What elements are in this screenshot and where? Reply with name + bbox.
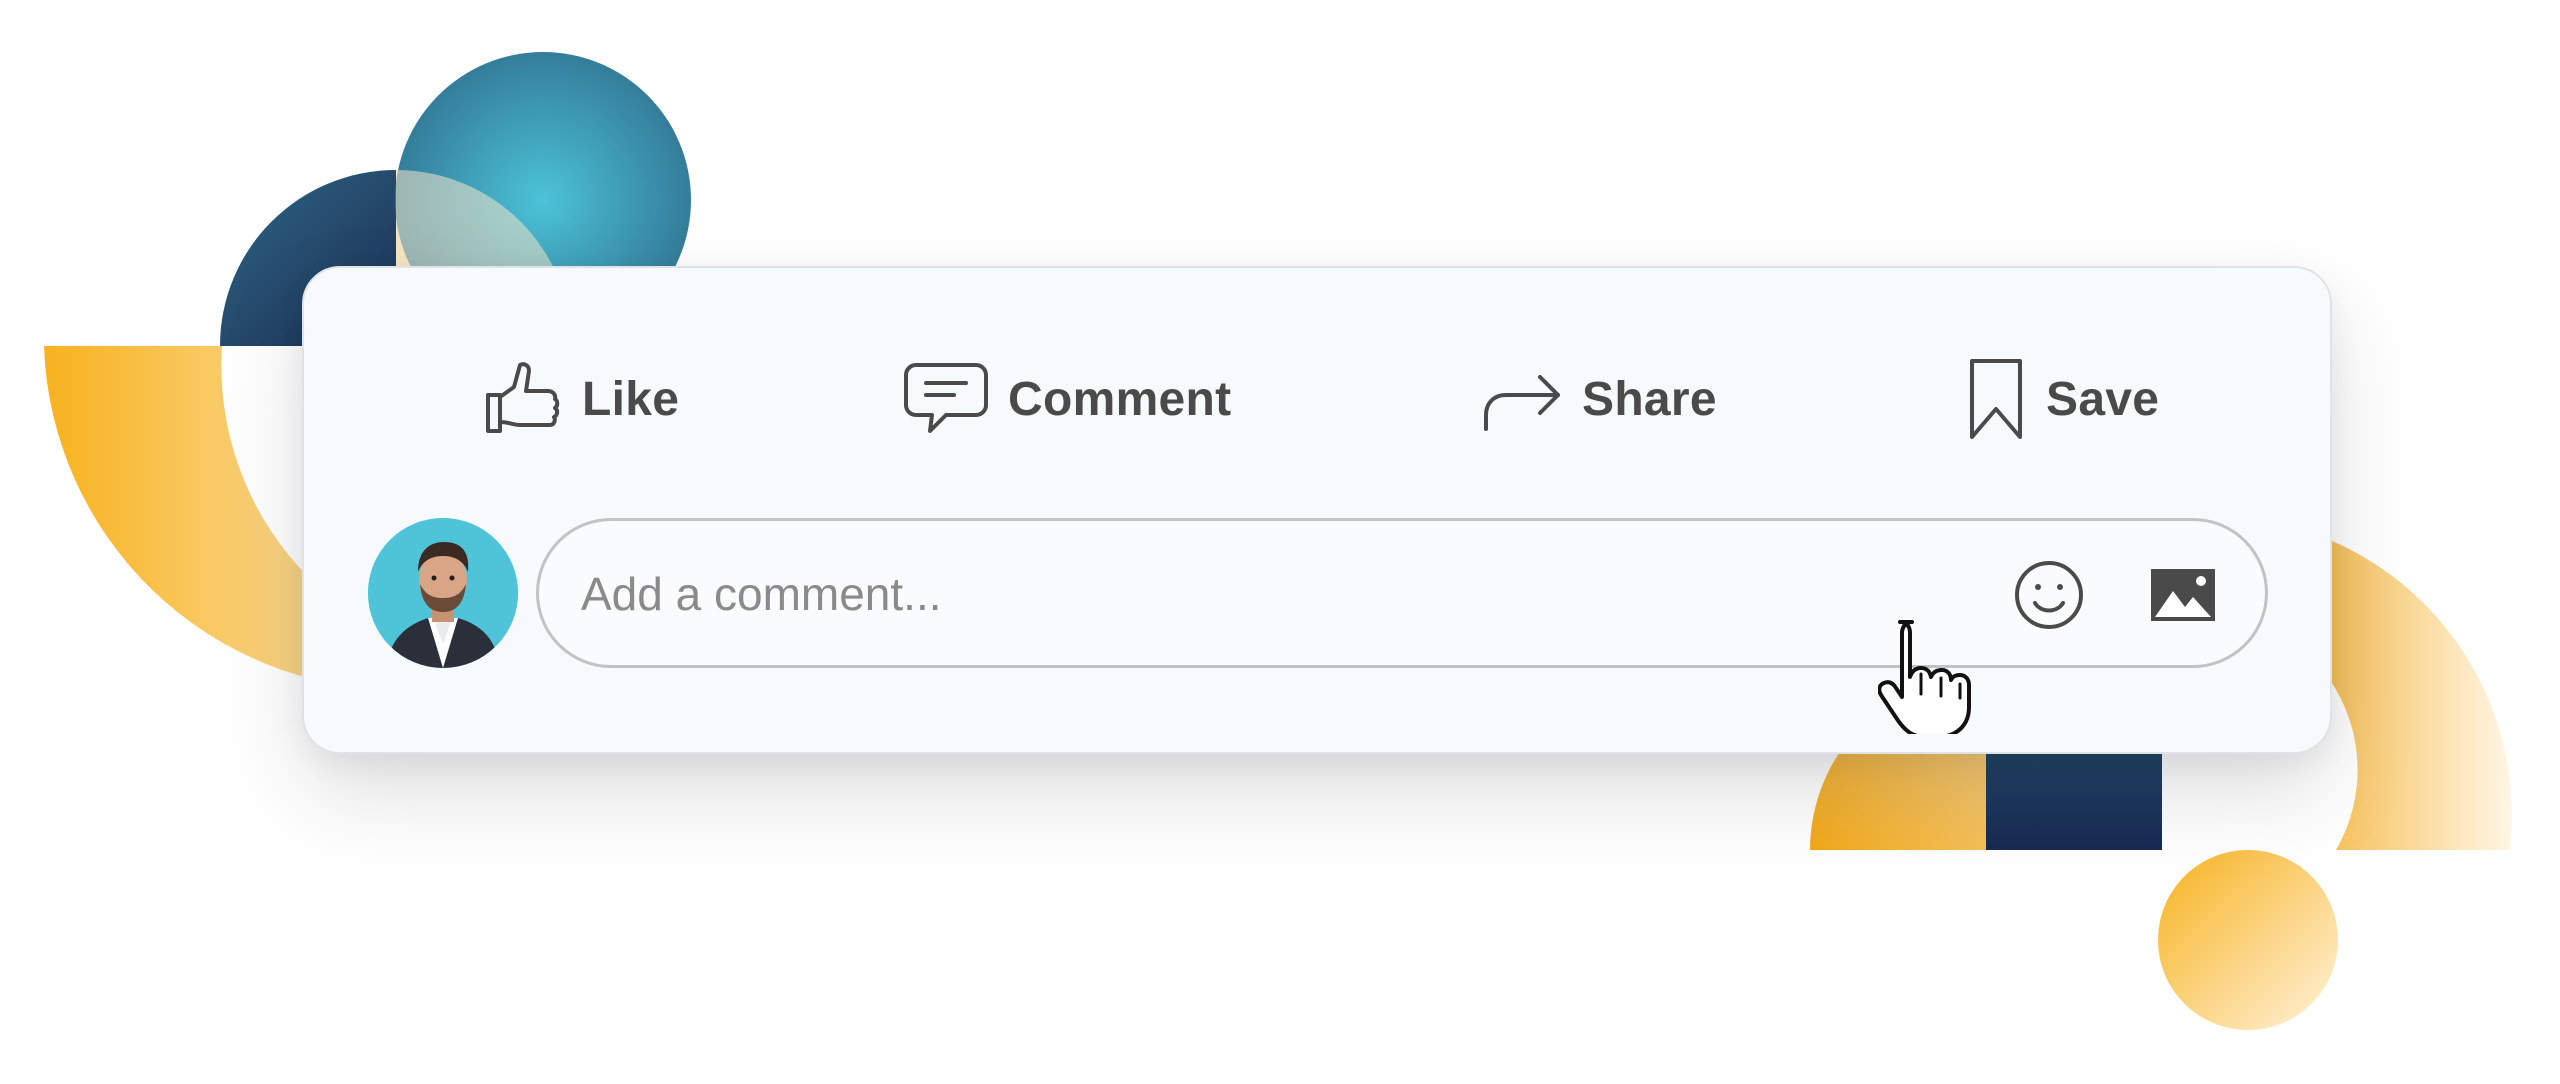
user-avatar[interactable] — [368, 518, 518, 668]
hand-cursor-icon — [1877, 614, 1988, 739]
post-action-card: Like Comment Share Save — [302, 266, 2332, 754]
bookmark-icon — [1970, 359, 2022, 439]
emoji-button[interactable] — [2013, 559, 2085, 636]
share-label: Share — [1582, 372, 1717, 426]
comment-button[interactable]: Comment — [904, 344, 1231, 454]
like-label: Like — [582, 372, 680, 426]
share-button[interactable]: Share — [1482, 344, 1717, 454]
like-button[interactable]: Like — [482, 344, 679, 454]
comment-input-container[interactable] — [536, 518, 2268, 668]
share-arrow-icon — [1484, 375, 1560, 431]
save-button[interactable]: Save — [1966, 344, 2159, 454]
comment-label: Comment — [1008, 372, 1232, 426]
speech-bubble-icon — [904, 363, 988, 433]
thumbs-up-icon — [486, 362, 560, 433]
save-label: Save — [2046, 372, 2160, 426]
image-upload-button[interactable] — [2149, 567, 2217, 628]
person-photo — [368, 518, 518, 668]
image-icon — [2151, 569, 2215, 621]
deco-yellow-circle — [2158, 850, 2338, 1030]
deco-right-yellow-arc — [2330, 540, 2512, 850]
comment-input[interactable] — [579, 521, 1883, 667]
smiley-icon — [2015, 561, 2083, 629]
